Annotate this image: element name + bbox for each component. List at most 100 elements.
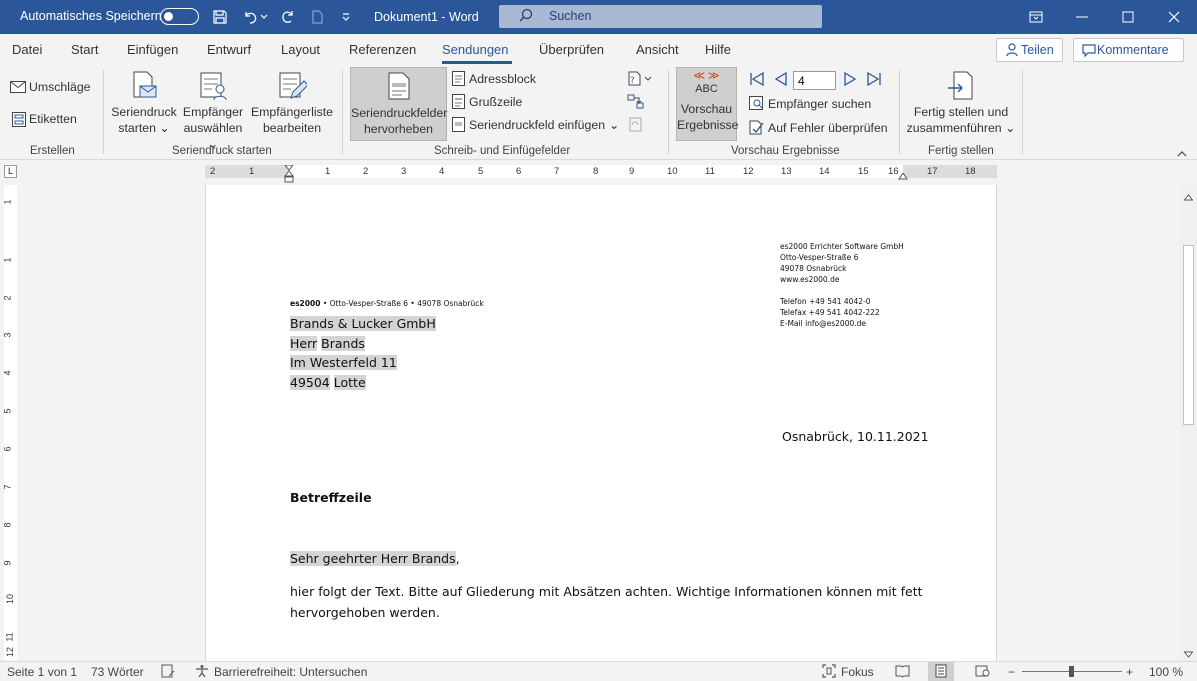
document-page[interactable]: es2000 Errichter Software GmbH Otto-Vesp…: [205, 185, 997, 661]
recipient-address: Brands & Lucker GmbH Herr Brands Im West…: [290, 314, 436, 392]
redo-icon[interactable]: [278, 7, 298, 27]
merge-field-company[interactable]: Brands & Lucker GmbH: [290, 316, 436, 331]
ruler-number: 3: [2, 332, 13, 338]
zoom-level[interactable]: 100 %: [1149, 665, 1183, 679]
indent-marker-icon[interactable]: [283, 164, 295, 186]
sender-city: 49078 Osnabrück: [780, 264, 847, 273]
toggle-knob: [164, 11, 173, 21]
address-block-icon: [452, 71, 465, 89]
ruler-number: 6: [516, 166, 522, 177]
customize-qat-icon[interactable]: [336, 7, 356, 27]
tab-einfuegen[interactable]: Einfügen: [127, 42, 178, 57]
preview-results-button[interactable]: ≪ ≫ ABC Vorschau Ergebnisse: [676, 67, 739, 141]
scroll-down-icon[interactable]: [1183, 647, 1194, 661]
ruler-number: 2: [363, 166, 369, 177]
tab-entwurf[interactable]: Entwurf: [207, 42, 251, 57]
ruler-number: 9: [629, 166, 635, 177]
horizontal-ruler[interactable]: 2 1 1 2 3 4 5 6 7 8 9 10 11 12 13 14 15 …: [205, 164, 997, 183]
collapse-ribbon-icon[interactable]: [1177, 146, 1187, 160]
vertical-ruler[interactable]: 1 1 2 3 4 5 6 7 8 9 10 11 12: [2, 185, 17, 660]
search-box[interactable]: Suchen: [499, 5, 822, 28]
vertical-scrollbar[interactable]: [1180, 185, 1197, 661]
start-mail-merge-button[interactable]: Seriendruck starten ⌄: [110, 70, 178, 136]
scrollbar-thumb[interactable]: [1183, 245, 1194, 425]
undo-icon[interactable]: [240, 7, 260, 27]
tab-start[interactable]: Start: [71, 42, 98, 57]
ruler-number: 5: [2, 408, 13, 414]
group-separator: [342, 70, 343, 154]
ribbon-display-options-icon[interactable]: [1026, 7, 1046, 27]
word-count[interactable]: 73 Wörter: [91, 665, 144, 679]
right-indent-marker-icon[interactable]: [898, 170, 908, 184]
ruler-number: 4: [2, 370, 13, 376]
match-fields-icon[interactable]: [627, 94, 644, 112]
update-labels-icon[interactable]: [627, 117, 644, 135]
tab-ueberpruefen[interactable]: Überprüfen: [539, 42, 604, 57]
ruler-number: 13: [781, 166, 792, 177]
ruler-tab-selector[interactable]: L: [4, 165, 17, 178]
save-icon[interactable]: [210, 7, 230, 27]
comments-button[interactable]: Kommentare: [1073, 38, 1184, 62]
merge-field-city[interactable]: Lotte: [333, 374, 366, 390]
zoom-in-button[interactable]: +: [1126, 665, 1133, 679]
next-record-icon[interactable]: [843, 71, 858, 90]
greeting-line-label: Grußzeile: [469, 95, 523, 109]
ruler-number: 10: [5, 593, 16, 605]
tab-ansicht[interactable]: Ansicht: [636, 42, 679, 57]
comment-icon: [1082, 44, 1096, 60]
select-recipients-button[interactable]: Empfänger auswählen ⌄: [178, 70, 248, 152]
share-button[interactable]: Teilen: [996, 38, 1063, 62]
undo-dropdown-icon[interactable]: [258, 7, 270, 27]
edit-recipient-list-button[interactable]: Empfängerliste bearbeiten: [249, 70, 335, 136]
scroll-up-icon[interactable]: [1183, 190, 1194, 204]
edit-list-icon: [249, 70, 335, 104]
autosave-label: Automatisches Speichern: [20, 9, 162, 23]
last-record-icon[interactable]: [866, 71, 883, 90]
body-line: hier folgt der Text. Bitte auf Gliederun…: [290, 584, 923, 599]
merge-field-lastname[interactable]: Brands: [321, 335, 365, 351]
start-mail-merge-label-2: starten: [118, 121, 156, 135]
group-label-finish: Fertig stellen: [928, 145, 994, 157]
touch-mode-icon[interactable]: [307, 7, 327, 27]
ruler-number: 9: [2, 560, 13, 566]
record-number-input[interactable]: [793, 71, 836, 90]
read-mode-icon[interactable]: [895, 664, 910, 681]
maximize-icon[interactable]: [1118, 7, 1138, 27]
focus-label[interactable]: Fokus: [841, 665, 874, 679]
tab-referenzen[interactable]: Referenzen: [349, 42, 416, 57]
finish-merge-icon: [905, 70, 1017, 104]
ruler-number: 12: [743, 166, 754, 177]
zoom-out-button[interactable]: −: [1008, 665, 1015, 679]
web-layout-icon[interactable]: [975, 664, 990, 681]
close-icon[interactable]: [1164, 7, 1184, 27]
merge-field-street[interactable]: Im Westerfeld 11: [290, 355, 397, 370]
preview-results-label-1: Vorschau: [680, 102, 733, 116]
group-separator: [103, 70, 104, 154]
proofing-icon[interactable]: [161, 664, 175, 681]
minimize-icon[interactable]: [1072, 7, 1092, 27]
print-layout-button[interactable]: [928, 662, 954, 681]
merge-field-zip[interactable]: 49504: [290, 374, 330, 390]
zoom-slider-thumb[interactable]: [1069, 666, 1074, 677]
merge-field-salutation[interactable]: Herr: [290, 335, 318, 351]
tab-datei[interactable]: Datei: [12, 42, 42, 57]
group-label-create: Erstellen: [30, 145, 75, 157]
page-count[interactable]: Seite 1 von 1: [7, 665, 77, 679]
tab-sendungen[interactable]: Sendungen: [442, 42, 509, 57]
previous-record-icon[interactable]: [773, 71, 788, 90]
tab-layout[interactable]: Layout: [281, 42, 320, 57]
focus-icon[interactable]: [822, 664, 836, 681]
rules-button[interactable]: ?: [628, 71, 652, 89]
first-record-icon[interactable]: [748, 71, 765, 90]
highlight-fields-button[interactable]: Seriendruckfelder hervorheben: [350, 67, 447, 141]
accessibility-status[interactable]: Barrierefreiheit: Untersuchen: [214, 665, 367, 679]
finish-merge-button[interactable]: Fertig stellen und zusammenführen ⌄: [905, 70, 1017, 136]
greeting-line-icon: [452, 94, 465, 112]
tab-hilfe[interactable]: Hilfe: [705, 42, 731, 57]
accessibility-icon[interactable]: [195, 664, 209, 681]
merge-field-greeting[interactable]: Sehr geehrter Herr Brands: [290, 551, 456, 566]
autosave-toggle[interactable]: [160, 8, 199, 25]
ruler-number: 2: [2, 295, 13, 301]
ruler-number: 8: [593, 166, 599, 177]
greeting-line: Sehr geehrter Herr Brands,: [290, 551, 460, 566]
